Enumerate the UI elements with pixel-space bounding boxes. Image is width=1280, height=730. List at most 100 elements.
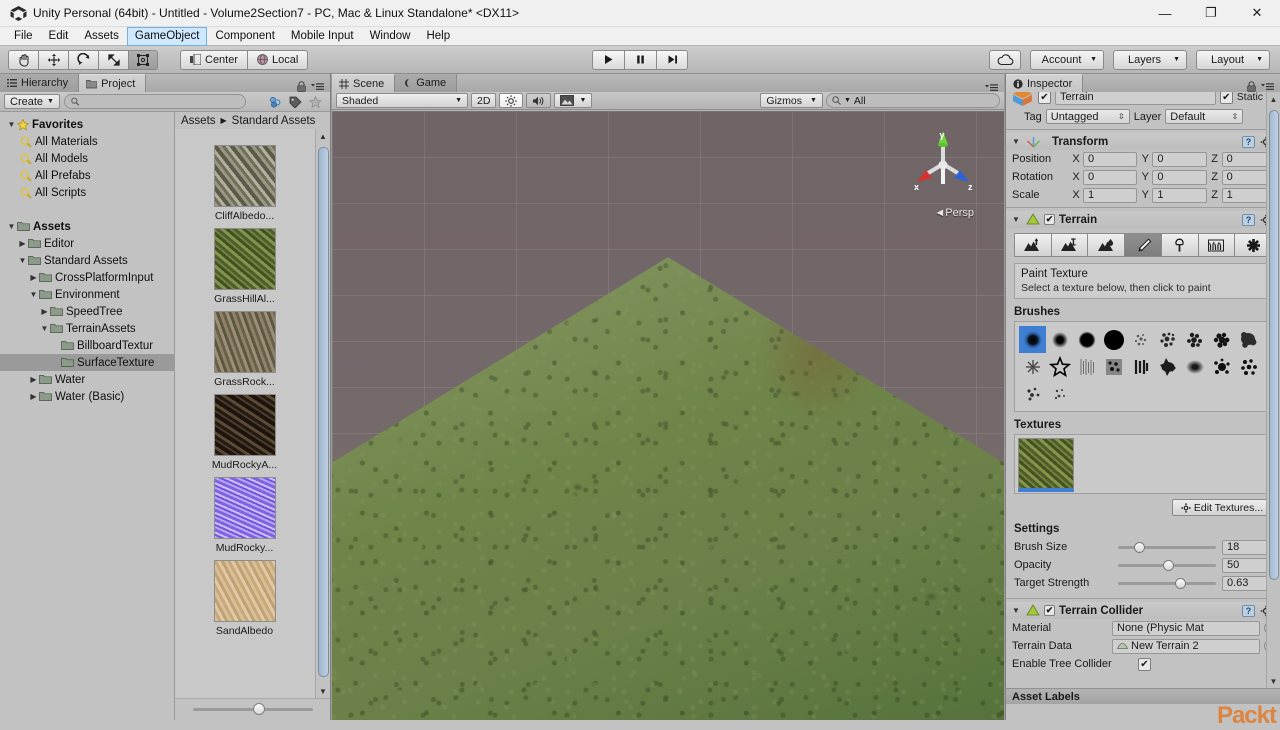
disclosure-triangle-icon[interactable]: ▶ <box>17 239 28 248</box>
favorite-icon[interactable] <box>306 94 324 110</box>
inspector-scrollbar[interactable]: ▲ ▼ <box>1266 92 1280 688</box>
brush-swatch[interactable] <box>1154 326 1181 353</box>
smooth-height-button[interactable] <box>1087 233 1125 257</box>
close-button[interactable]: ✕ <box>1234 0 1280 27</box>
brush-swatch[interactable] <box>1046 353 1073 380</box>
rotate-tool-button[interactable] <box>68 49 98 70</box>
scene-audio-toggle[interactable] <box>526 93 552 108</box>
asset-item[interactable]: SandAlbedo <box>175 560 314 637</box>
brush-swatch[interactable] <box>1235 353 1262 380</box>
brush-swatch[interactable] <box>1019 326 1046 353</box>
scale-y-field[interactable]: 1 <box>1152 187 1207 203</box>
brush-swatch[interactable] <box>1100 353 1127 380</box>
rotation-y-field[interactable]: 0 <box>1152 169 1207 185</box>
brush-swatch[interactable] <box>1073 353 1100 380</box>
texture-swatch-selected[interactable] <box>1018 438 1074 492</box>
slider-knob[interactable] <box>1174 577 1186 589</box>
static-checkbox[interactable]: ✔ <box>1219 92 1233 104</box>
play-button[interactable] <box>592 49 624 70</box>
brush-swatch[interactable] <box>1127 326 1154 353</box>
tree-row-billboardtextures[interactable]: BillboardTextur <box>0 337 174 354</box>
asset-zoom-slider[interactable] <box>175 698 330 720</box>
brush-swatch[interactable] <box>1046 380 1073 407</box>
menu-file[interactable]: File <box>6 27 41 46</box>
pivot-mode-button[interactable]: Center <box>180 49 248 70</box>
raise-lower-terrain-button[interactable] <box>1014 233 1051 257</box>
tree-row-speedtree[interactable]: ▶ SpeedTree <box>0 303 174 320</box>
menu-edit[interactable]: Edit <box>41 27 77 46</box>
disclosure-triangle-icon[interactable]: ▼ <box>28 290 39 299</box>
scroll-down-icon[interactable]: ▼ <box>1267 674 1280 688</box>
move-tool-button[interactable] <box>38 49 68 70</box>
menu-help[interactable]: Help <box>418 27 458 46</box>
tab-scene[interactable]: Scene <box>332 74 396 92</box>
opacity-value[interactable]: 50 <box>1222 557 1272 573</box>
filter-by-label-icon[interactable] <box>286 94 304 110</box>
tab-inspector[interactable]: Inspector <box>1006 74 1084 92</box>
minimize-button[interactable]: — <box>1142 0 1188 27</box>
rect-tool-button[interactable] <box>128 49 158 70</box>
inspector-scrollbar-thumb[interactable] <box>1269 110 1279 580</box>
hand-tool-button[interactable] <box>8 49 38 70</box>
tree-row-assets[interactable]: ▼ Assets <box>0 218 174 235</box>
panel-menu-icon[interactable] <box>985 83 998 92</box>
scroll-up-icon[interactable]: ▲ <box>316 129 330 143</box>
tree-row-all-scripts[interactable]: All Scripts <box>0 184 174 201</box>
scene-fx-dropdown[interactable]: ▼ <box>554 93 593 108</box>
panel-menu-icon[interactable] <box>311 82 324 91</box>
filter-by-type-icon[interactable] <box>266 94 284 110</box>
account-dropdown[interactable]: Account ▼ <box>1030 49 1104 70</box>
brush-size-value[interactable]: 18 <box>1222 539 1272 555</box>
rotation-x-field[interactable]: 0 <box>1083 169 1138 185</box>
tag-dropdown[interactable]: Untagged ⇳ <box>1045 109 1130 124</box>
brush-swatch[interactable] <box>1208 353 1235 380</box>
project-search-box[interactable] <box>63 94 246 109</box>
scroll-down-icon[interactable]: ▼ <box>316 684 330 698</box>
tree-row-water[interactable]: ▶ Water <box>0 371 174 388</box>
place-trees-button[interactable] <box>1160 233 1198 257</box>
brush-swatch[interactable] <box>1235 326 1262 353</box>
terrain-data-object-field[interactable]: New Terrain 2 <box>1112 638 1260 654</box>
terrain-component-header[interactable]: ▼ ✔ Terrain ? <box>1006 211 1280 228</box>
maximize-button[interactable]: ❐ <box>1188 0 1234 27</box>
space-mode-button[interactable]: Local <box>247 49 309 70</box>
tree-row-editor[interactable]: ▶ Editor <box>0 235 174 252</box>
edit-textures-button[interactable]: Edit Textures... <box>1172 499 1272 516</box>
scale-tool-button[interactable] <box>98 49 128 70</box>
tree-row-environment[interactable]: ▼ Environment <box>0 286 174 303</box>
tree-row-all-materials[interactable]: All Materials <box>0 133 174 150</box>
tab-game[interactable]: Game <box>395 74 458 92</box>
scale-x-field[interactable]: 1 <box>1083 187 1138 203</box>
tree-row-all-models[interactable]: All Models <box>0 150 174 167</box>
brush-swatch[interactable] <box>1100 326 1127 353</box>
brush-swatch[interactable] <box>1127 353 1154 380</box>
scene-search-box[interactable]: ▼ All <box>825 93 1000 108</box>
brush-swatch[interactable] <box>1073 326 1100 353</box>
scene-viewport[interactable]: y x z ◄Persp 人人素材 <box>332 111 1004 720</box>
terrain-enabled-checkbox[interactable]: ✔ <box>1044 214 1055 225</box>
scene-lighting-toggle[interactable] <box>499 93 524 108</box>
brush-swatch[interactable] <box>1181 326 1208 353</box>
disclosure-triangle-icon[interactable]: ▼ <box>1012 137 1022 146</box>
help-icon[interactable]: ? <box>1242 135 1255 148</box>
breadcrumb-assets[interactable]: Assets <box>181 115 216 127</box>
layer-dropdown[interactable]: Default ⇳ <box>1165 109 1244 124</box>
tree-row-crossplatforminput[interactable]: ▶ CrossPlatformInput <box>0 269 174 286</box>
terrain-collider-header[interactable]: ▼ ✔ Terrain Collider ? <box>1006 602 1280 619</box>
brush-swatch[interactable] <box>1208 326 1235 353</box>
position-x-field[interactable]: 0 <box>1083 151 1138 167</box>
tree-row-favorites[interactable]: ▼ Favorites <box>0 116 174 133</box>
slider-knob[interactable] <box>1163 559 1175 571</box>
paint-details-button[interactable] <box>1197 233 1235 257</box>
create-button[interactable]: Create ▼ <box>4 94 60 109</box>
layers-dropdown[interactable]: Layers ▼ <box>1113 49 1187 70</box>
target-strength-slider[interactable] <box>1118 576 1216 590</box>
disclosure-triangle-icon[interactable]: ▼ <box>17 256 28 265</box>
disclosure-triangle-icon[interactable]: ▶ <box>28 273 39 282</box>
scene-view-gizmo[interactable]: y x z <box>906 127 980 201</box>
disclosure-triangle-icon[interactable]: ▼ <box>6 120 17 129</box>
help-icon[interactable]: ? <box>1242 604 1255 617</box>
draw-mode-dropdown[interactable]: Shaded ▼ <box>336 93 468 108</box>
asset-scrollbar[interactable]: ▲ ▼ <box>315 129 330 698</box>
gameobject-enabled-checkbox[interactable]: ✔ <box>1038 92 1051 104</box>
